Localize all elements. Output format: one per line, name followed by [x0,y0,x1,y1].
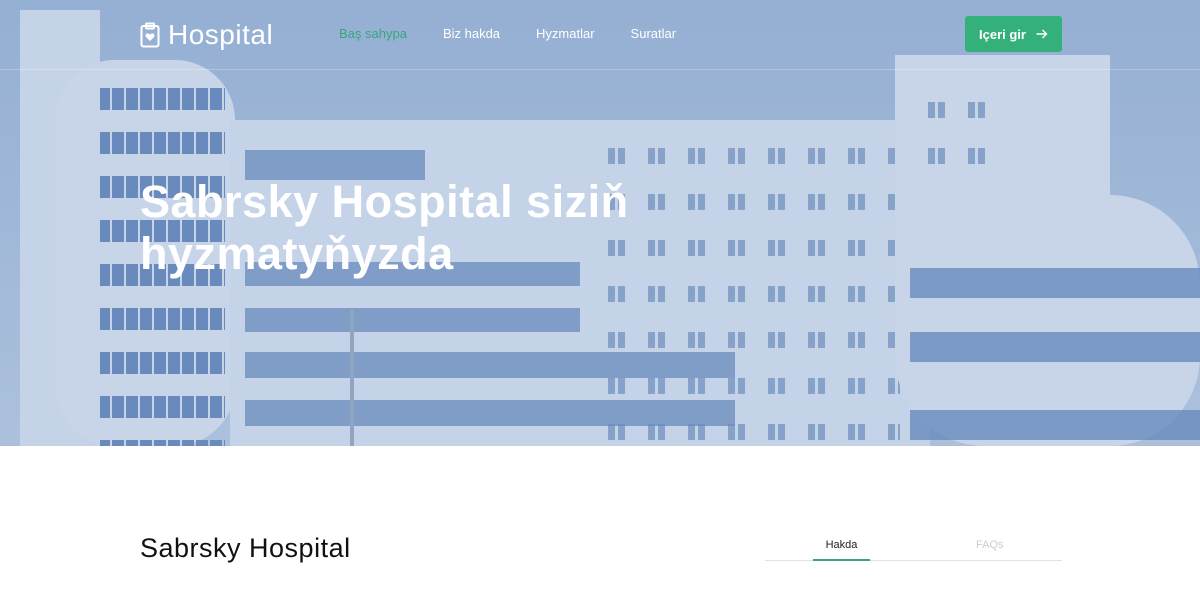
login-button-label: Içeri gir [979,26,1026,42]
hero-title: Sabrsky Hospital siziň hyzmatyňyzda [140,176,629,279]
nav-link-services[interactable]: Hyzmatlar [536,26,595,41]
nav-link-gallery[interactable]: Suratlar [631,26,677,41]
top-navigation: Hospital Baş sahypa Biz hakda Hyzmatlar … [0,0,1200,70]
logo[interactable]: Hospital [140,18,273,52]
main-menu: Baş sahypa Biz hakda Hyzmatlar Suratlar [339,26,676,41]
hero-section: Hospital Baş sahypa Biz hakda Hyzmatlar … [0,0,1200,446]
nav-link-about[interactable]: Biz hakda [443,26,500,41]
clipboard-heart-icon [140,22,160,48]
tab-about[interactable]: Hakda [813,539,870,551]
arrow-right-icon [1036,29,1048,39]
info-tabs: Hakda FAQs [765,530,1062,561]
active-tab-indicator [813,559,870,561]
nav-link-home[interactable]: Baş sahypa [339,26,407,41]
section-title: Sabrsky Hospital [140,533,351,563]
tab-faqs[interactable]: FAQs [976,539,1004,551]
logo-text: Hospital [168,19,274,50]
login-button[interactable]: Içeri gir [965,16,1062,52]
